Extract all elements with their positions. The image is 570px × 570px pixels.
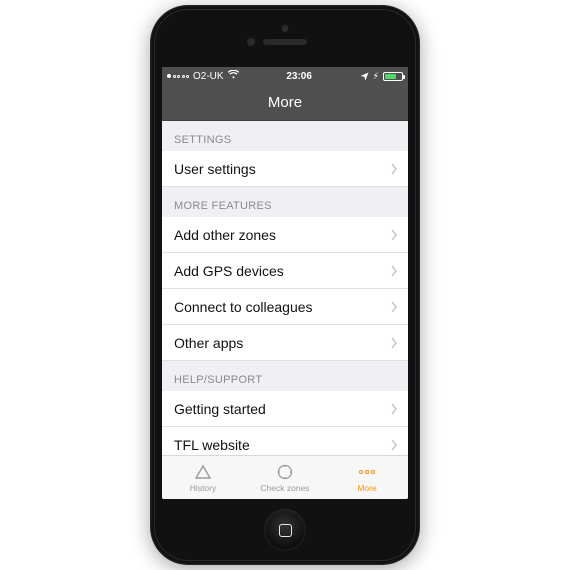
chevron-right-icon xyxy=(390,403,398,415)
chevron-right-icon xyxy=(390,439,398,451)
tab-check-zones[interactable]: Check zones xyxy=(244,456,326,499)
row-user-settings[interactable]: User settings xyxy=(162,151,408,187)
section-header-help: HELP/SUPPORT xyxy=(162,361,408,391)
status-bar: O2-UK 23:06 ⚡︎ xyxy=(162,67,408,85)
row-add-gps-devices[interactable]: Add GPS devices xyxy=(162,253,408,289)
row-connect-colleagues[interactable]: Connect to colleagues xyxy=(162,289,408,325)
location-icon xyxy=(360,72,369,81)
chevron-right-icon xyxy=(390,301,398,313)
triangle-icon xyxy=(194,462,212,482)
row-getting-started[interactable]: Getting started xyxy=(162,391,408,427)
charging-icon: ⚡︎ xyxy=(373,71,379,82)
section-header-settings: SETTINGS xyxy=(162,121,408,151)
row-other-apps[interactable]: Other apps xyxy=(162,325,408,361)
more-icon xyxy=(359,462,375,482)
page-title: More xyxy=(268,94,302,111)
chevron-right-icon xyxy=(390,163,398,175)
row-tfl-website[interactable]: TFL website xyxy=(162,427,408,455)
row-label: User settings xyxy=(174,161,256,177)
phone-speaker xyxy=(263,39,307,45)
chevron-right-icon xyxy=(390,265,398,277)
phone-frame: O2-UK 23:06 ⚡︎ More SETTINGS User s xyxy=(150,5,420,565)
clock: 23:06 xyxy=(286,71,312,82)
tab-history[interactable]: History xyxy=(162,456,244,499)
target-icon xyxy=(276,462,294,482)
chevron-right-icon xyxy=(390,229,398,241)
tab-label: More xyxy=(357,483,376,493)
screen: O2-UK 23:06 ⚡︎ More SETTINGS User s xyxy=(162,67,408,499)
section-help: HELP/SUPPORT Getting started TFL website xyxy=(162,361,408,455)
wifi-icon xyxy=(228,70,239,82)
row-label: Add GPS devices xyxy=(174,263,284,279)
row-label: TFL website xyxy=(174,437,250,453)
row-label: Getting started xyxy=(174,401,266,417)
section-features: MORE FEATURES Add other zones Add GPS de… xyxy=(162,187,408,361)
row-label: Connect to colleagues xyxy=(174,299,313,315)
row-label: Other apps xyxy=(174,335,243,351)
row-add-other-zones[interactable]: Add other zones xyxy=(162,217,408,253)
carrier-label: O2-UK xyxy=(193,71,224,82)
row-label: Add other zones xyxy=(174,227,276,243)
nav-header: More xyxy=(162,85,408,121)
phone-camera xyxy=(282,25,289,32)
signal-strength-icon xyxy=(167,74,189,78)
battery-icon xyxy=(383,72,403,81)
tab-label: History xyxy=(190,483,216,493)
tab-label: Check zones xyxy=(260,483,309,493)
tab-bar: History Check zones More xyxy=(162,455,408,499)
phone-sensor xyxy=(247,38,255,46)
tab-more[interactable]: More xyxy=(326,456,408,499)
section-header-features: MORE FEATURES xyxy=(162,187,408,217)
chevron-right-icon xyxy=(390,337,398,349)
home-button[interactable] xyxy=(264,509,306,551)
section-settings: SETTINGS User settings xyxy=(162,121,408,187)
content-scroll[interactable]: SETTINGS User settings MORE FEATURES Add… xyxy=(162,121,408,455)
